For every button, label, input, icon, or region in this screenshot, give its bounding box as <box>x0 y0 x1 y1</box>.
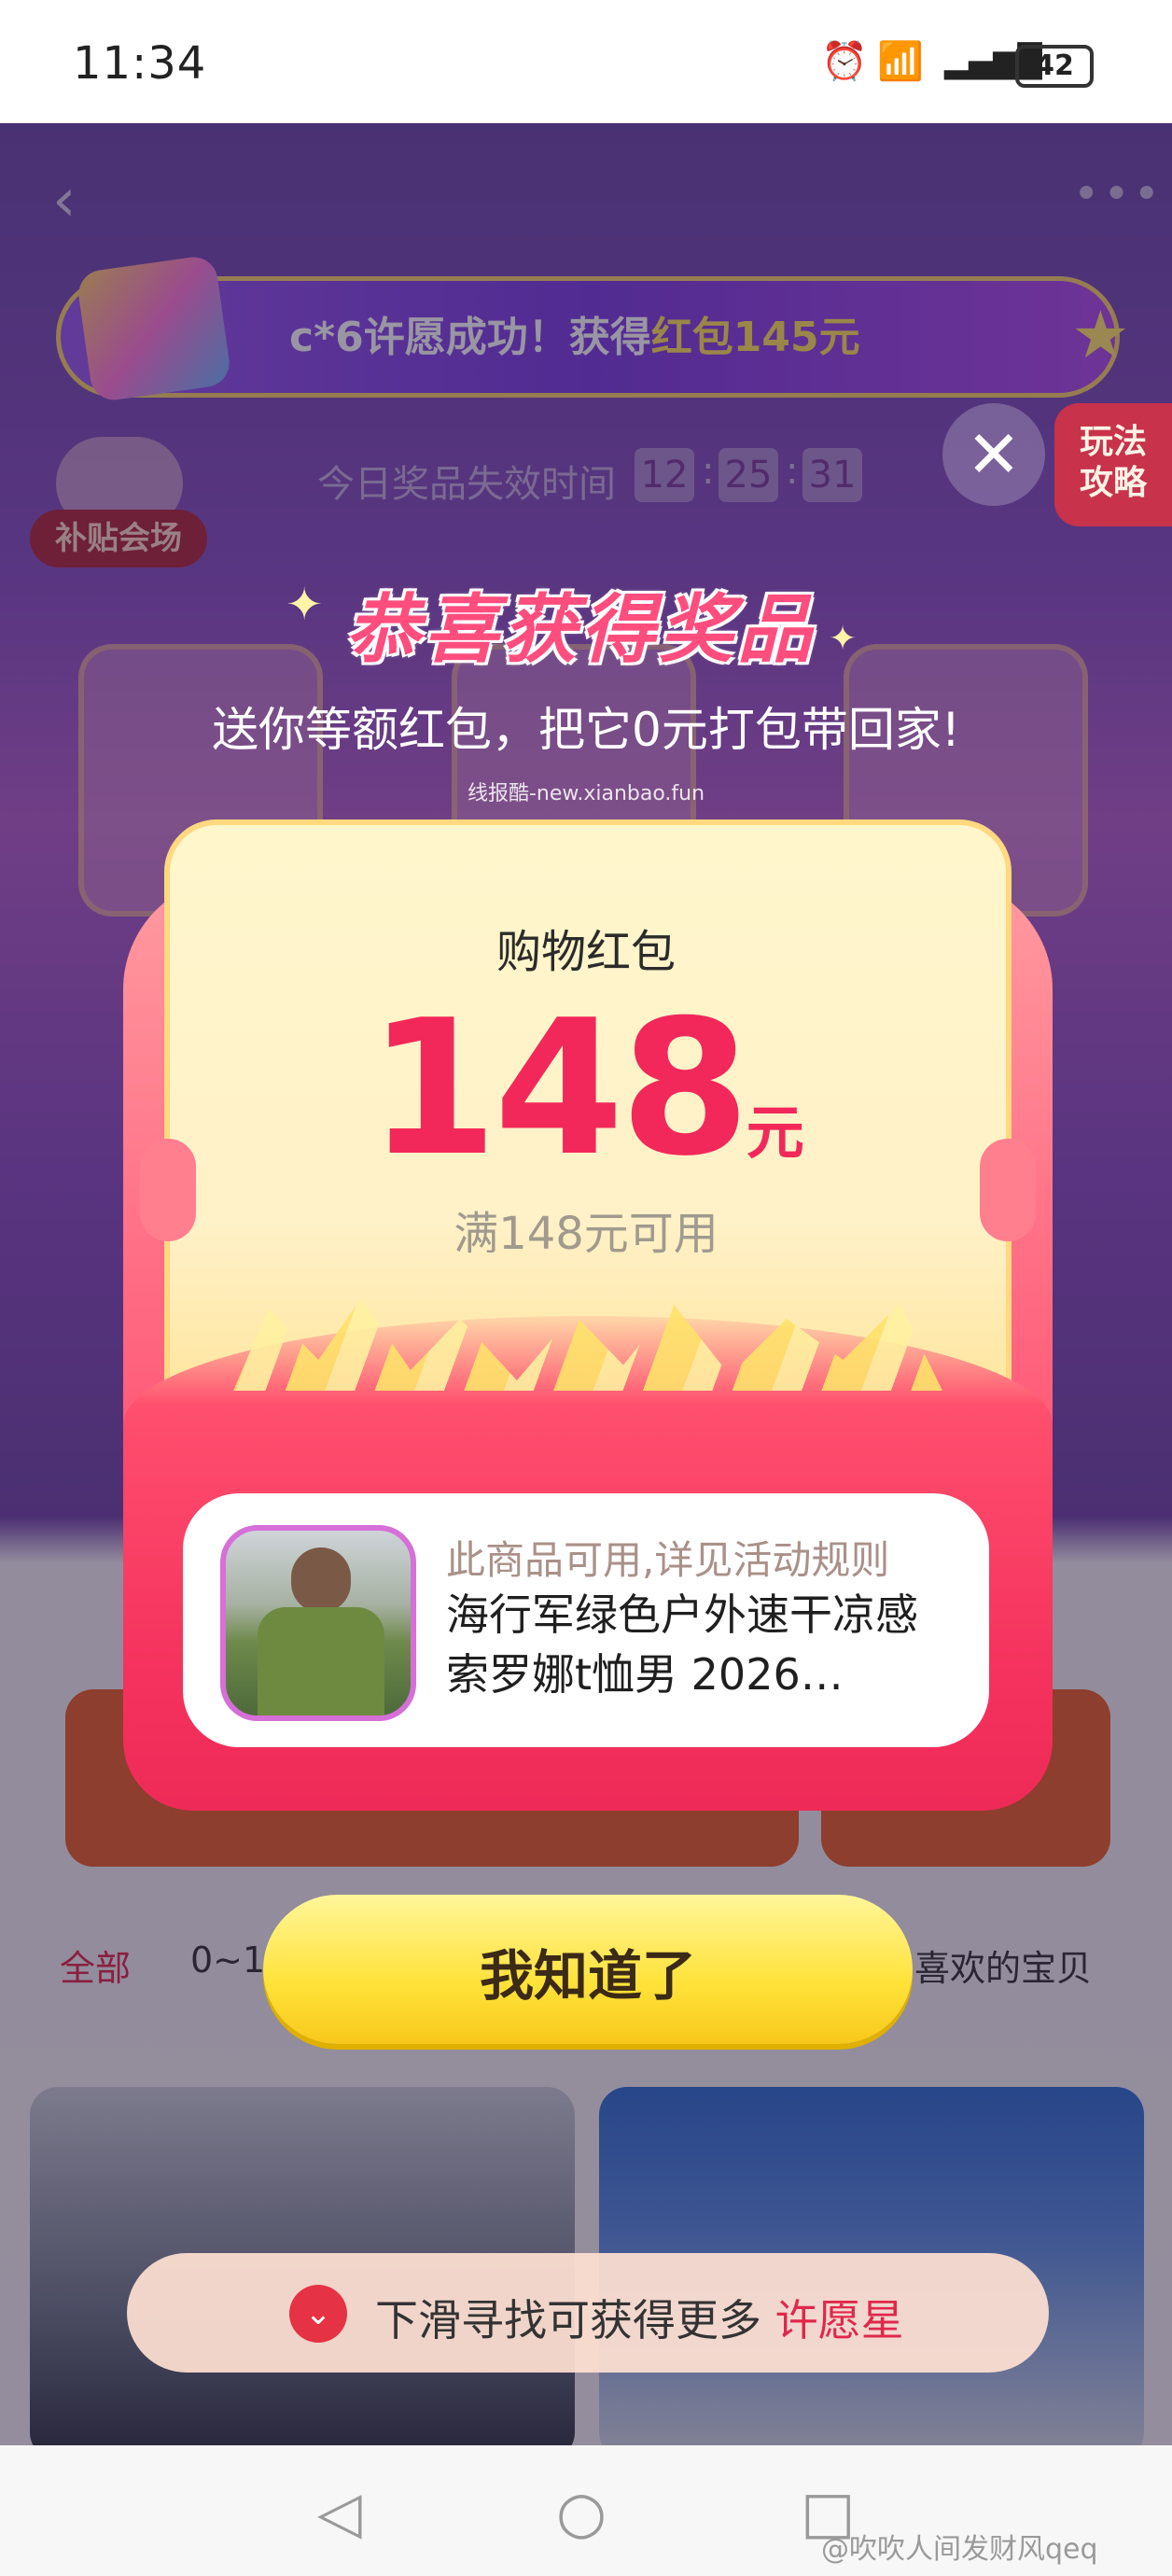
modal-subtitle: 送你等额红包，把它0元打包带回家! <box>212 703 960 757</box>
sparkle-icon: ✦ <box>829 620 858 658</box>
credit-watermark: @吹吹人间发财风qeq <box>821 2533 1098 2566</box>
status-time: 11:34 <box>73 37 207 90</box>
alarm-icon: ⏰ <box>821 40 868 83</box>
product-note: 此商品可用,详见活动规则 <box>446 1537 890 1583</box>
coupon-threshold: 满148元可用 <box>453 1208 719 1260</box>
coupon-label: 购物红包 <box>495 926 676 978</box>
watermark: 线报酷-new.xianbao.fun <box>467 782 705 805</box>
sparkle-icon: ✦ <box>286 579 324 631</box>
wifi-icon: 📶 <box>877 40 924 83</box>
product-name: 海行军绿色户外速干凉感索罗娜t恤男 2026… <box>446 1589 918 1700</box>
chevron-down-icon: ⌄ <box>289 2285 347 2343</box>
modal-title: 恭喜获得奖品 <box>345 586 816 673</box>
nav-home-icon[interactable]: ○ <box>556 2478 607 2546</box>
scroll-tip-text: 下滑寻找可获得更多 许愿星 <box>375 2295 904 2345</box>
nav-back-icon[interactable]: ◁ <box>317 2478 362 2546</box>
got-it-label: 我知道了 <box>479 1944 696 2008</box>
battery-indicator: 42 <box>1015 45 1094 88</box>
gameplay-guide-button[interactable]: 玩法 攻略 <box>1054 403 1172 526</box>
coupon-amount: 148元 <box>368 980 804 1197</box>
close-icon[interactable]: ✕ <box>942 403 1045 506</box>
product-image <box>220 1525 416 1721</box>
